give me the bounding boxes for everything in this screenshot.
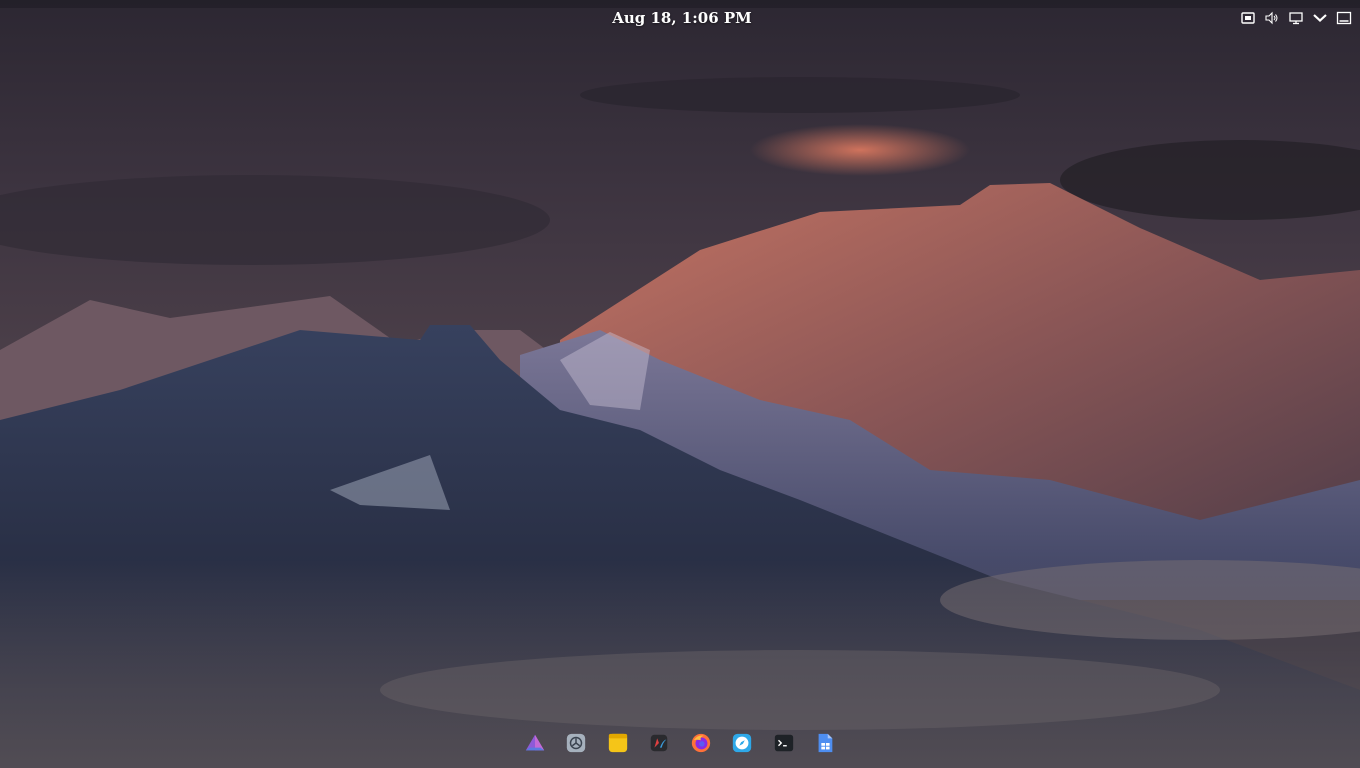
wallpaper	[0, 0, 1360, 768]
dark-app-icon[interactable]	[647, 731, 671, 755]
firefox-icon[interactable]	[689, 731, 713, 755]
system-tray	[1240, 8, 1352, 28]
clock[interactable]: Aug 18, 1:06 PM	[582, 7, 782, 29]
screenshot-icon[interactable]	[1240, 10, 1256, 26]
volume-icon[interactable]	[1264, 10, 1280, 26]
chevron-down-icon[interactable]	[1312, 10, 1328, 26]
desktop: Aug 18, 1:06 PM	[0, 0, 1360, 768]
compass-app-icon[interactable]	[730, 731, 754, 755]
dock	[508, 725, 852, 761]
settings-app-icon[interactable]	[564, 731, 588, 755]
terminal-icon[interactable]	[772, 731, 796, 755]
prism-app-icon[interactable]	[523, 731, 547, 755]
window-icon[interactable]	[1336, 10, 1352, 26]
display-icon[interactable]	[1288, 10, 1304, 26]
document-app-icon[interactable]	[813, 731, 837, 755]
notes-app-icon[interactable]	[606, 731, 630, 755]
